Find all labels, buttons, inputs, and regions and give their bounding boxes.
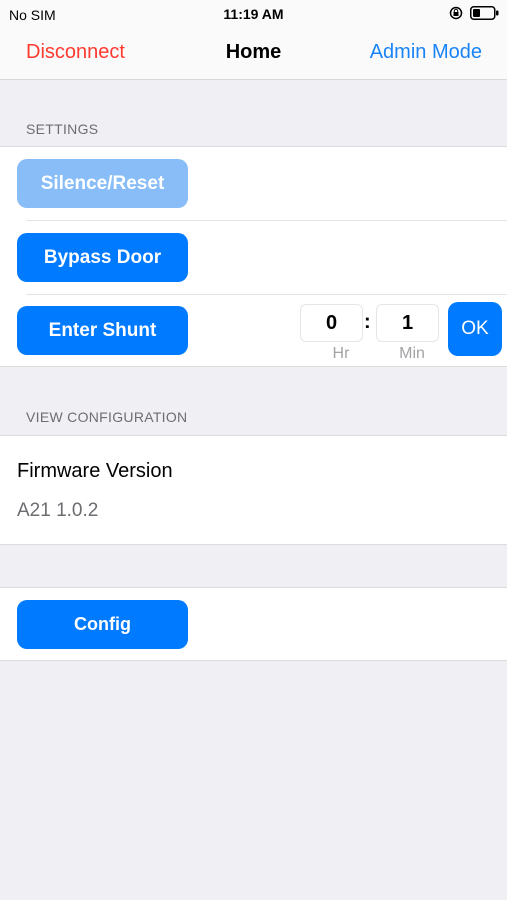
config-button[interactable]: Config xyxy=(17,600,188,649)
row-divider xyxy=(26,294,507,295)
hours-label: Hr xyxy=(332,345,350,362)
enter-shunt-button[interactable]: Enter Shunt xyxy=(17,306,188,355)
configuration-group xyxy=(0,435,507,545)
firmware-version-label: Firmware Version xyxy=(17,460,173,482)
navigation-bar: Disconnect Home Admin Mode xyxy=(0,28,507,80)
admin-mode-button[interactable]: Admin Mode xyxy=(370,41,482,64)
battery-icon xyxy=(470,6,500,20)
shunt-minutes-field[interactable]: 1 xyxy=(376,304,439,342)
time-separator: : xyxy=(364,311,371,333)
silence-reset-button[interactable]: Silence/Reset xyxy=(17,159,188,208)
settings-section-header: SETTINGS xyxy=(26,121,99,137)
orientation-lock-icon xyxy=(449,6,463,20)
disconnect-button[interactable]: Disconnect xyxy=(26,41,125,64)
bypass-door-button[interactable]: Bypass Door xyxy=(17,233,188,282)
config-group: Config xyxy=(0,587,507,661)
minutes-label: Min xyxy=(399,345,425,362)
status-time: 11:19 AM xyxy=(223,6,284,22)
view-configuration-section-header: VIEW CONFIGURATION xyxy=(26,409,188,425)
row-divider xyxy=(26,220,507,221)
ok-button[interactable]: OK xyxy=(448,302,502,356)
firmware-version-value: A21 1.0.2 xyxy=(17,500,99,521)
shunt-hours-field[interactable]: 0 xyxy=(300,304,363,342)
status-bar: No SIM 11:19 AM xyxy=(0,0,507,28)
